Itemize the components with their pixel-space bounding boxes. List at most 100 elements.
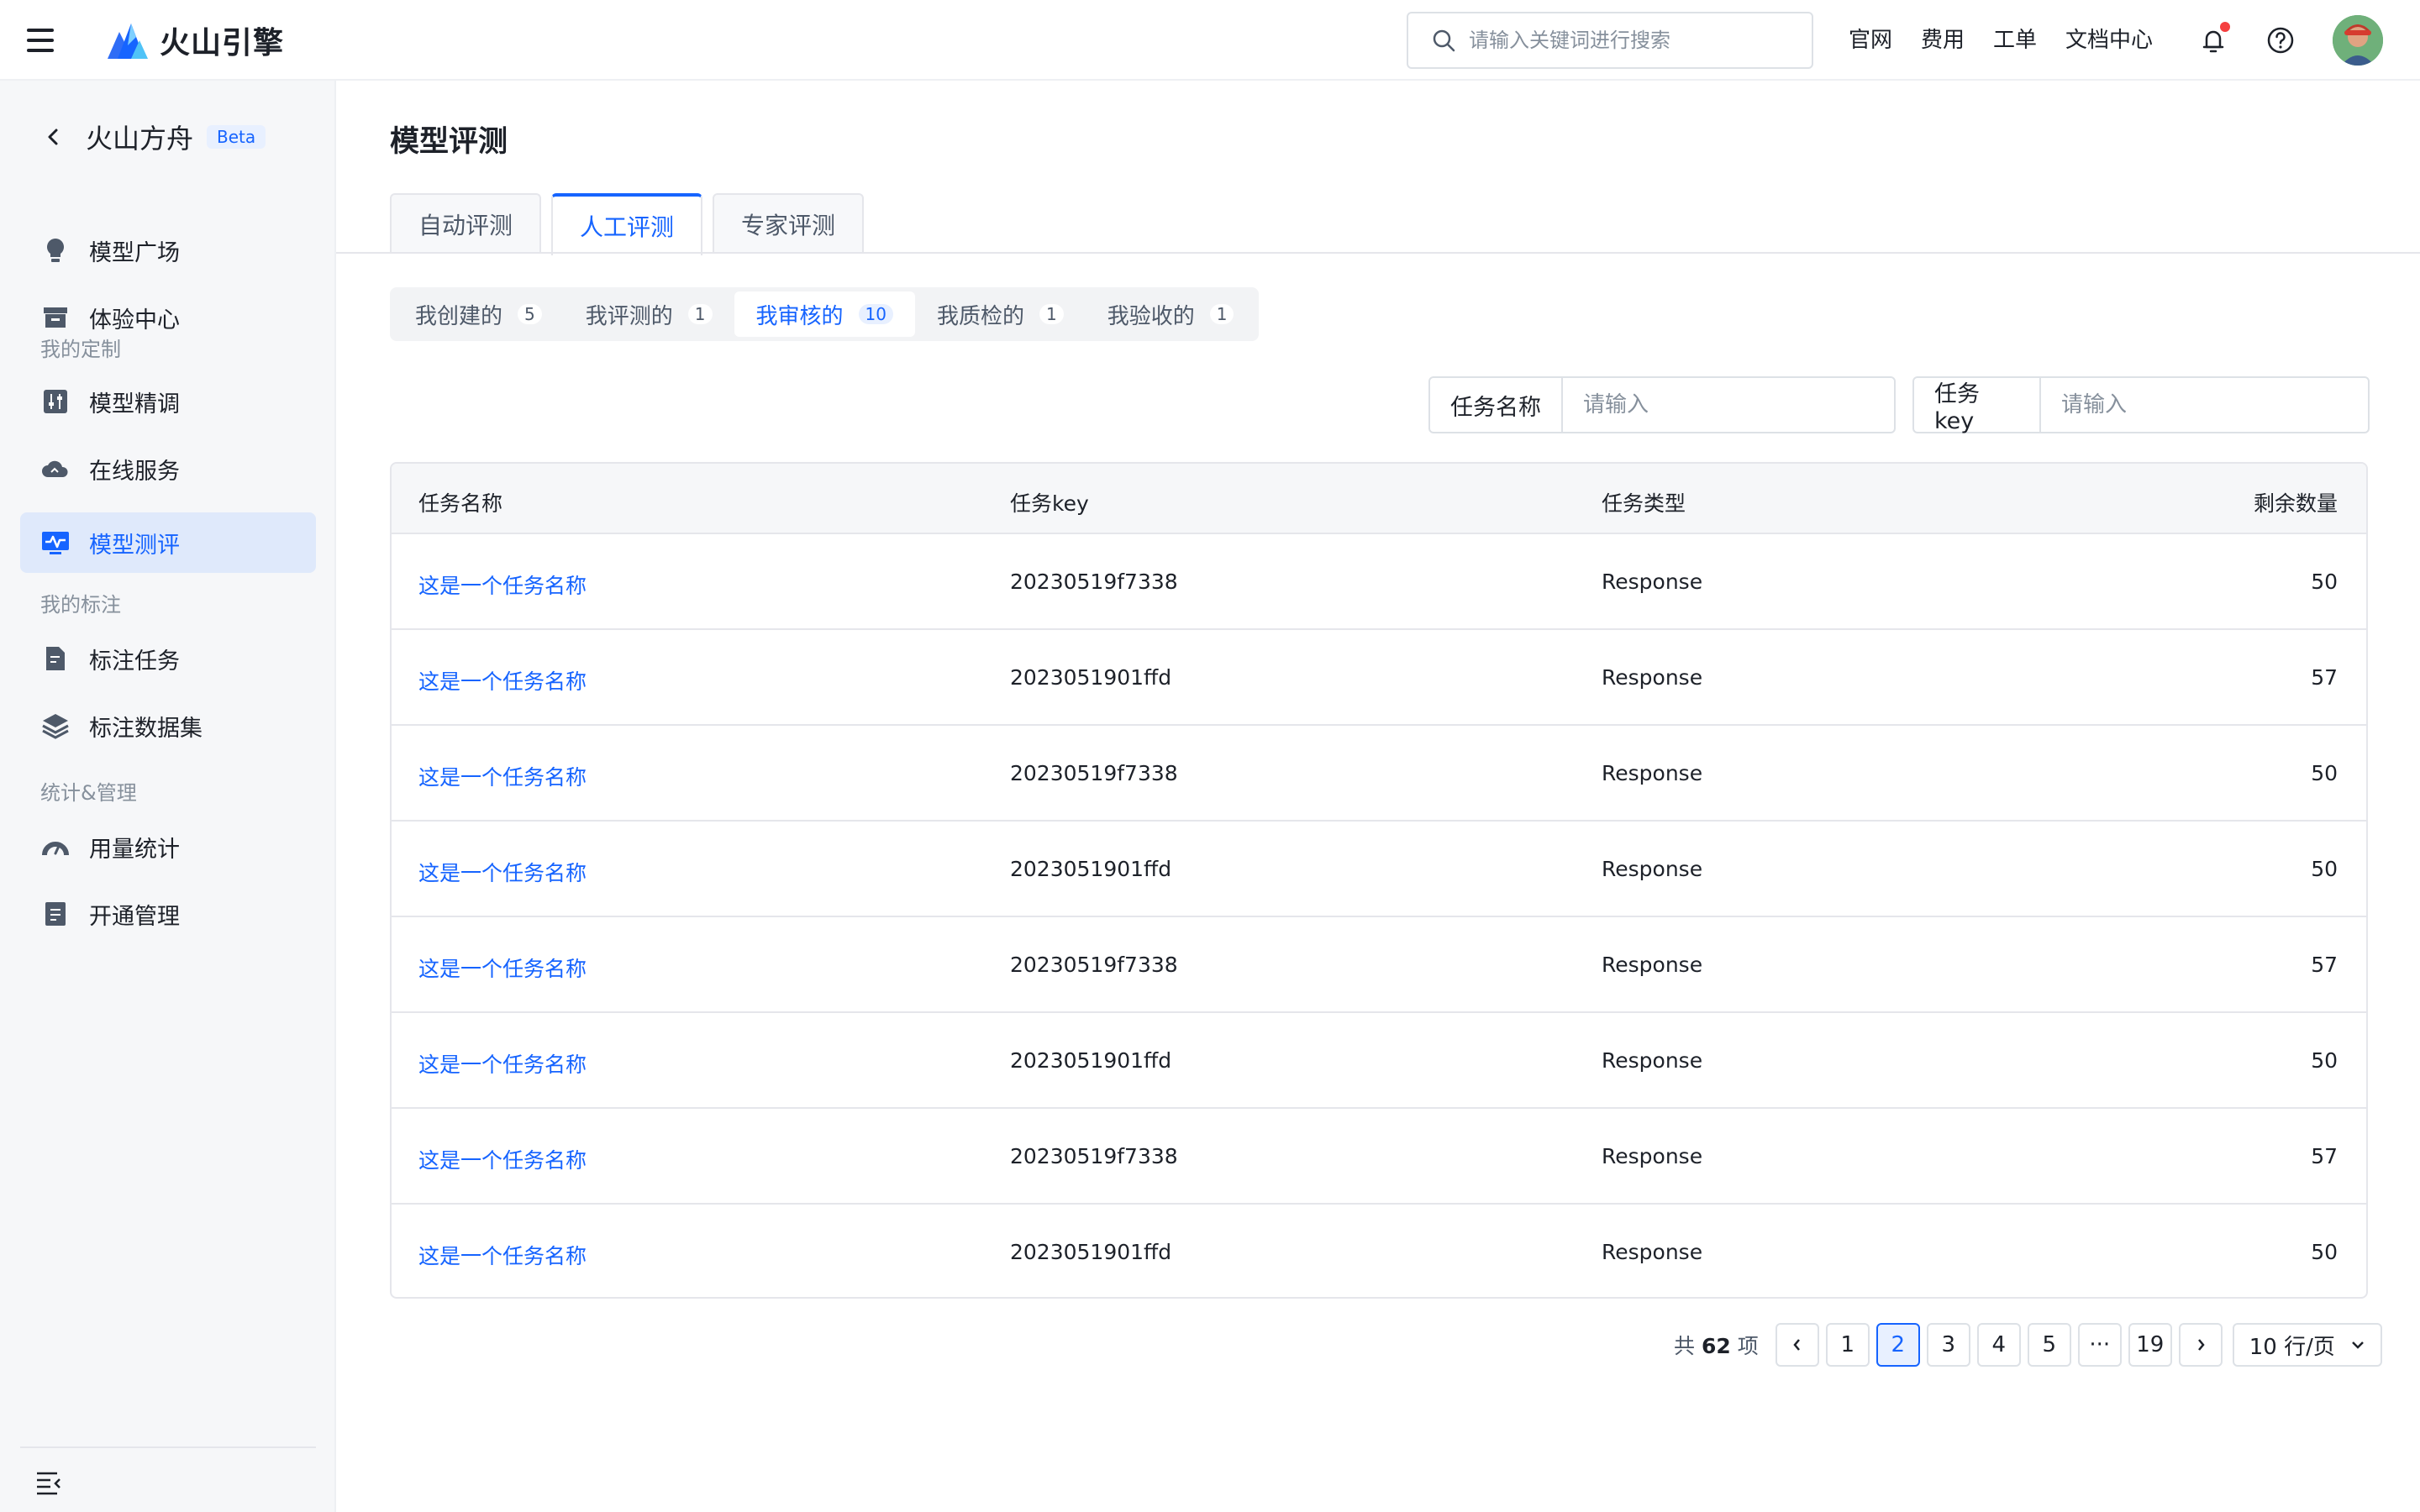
sidebar-item-label: 模型精调 [89,391,180,417]
brand-logo[interactable]: 火山引擎 [106,17,284,64]
page-button-4[interactable]: 4 [1976,1323,2021,1367]
sidebar-item-label: 开通管理 [89,903,180,930]
global-search[interactable] [1407,12,1813,69]
table-row: 这是一个任务名称 20230519f7338 Response 57 [392,1109,2366,1205]
gauge-icon [40,832,71,862]
cell-task-type: Response [1602,953,1703,977]
table-row: 这是一个任务名称 20230519f7338 Response 57 [392,917,2366,1013]
segment-label: 我验收的 [1107,303,1195,329]
hamburger-menu-icon[interactable] [25,25,55,55]
sidebar-item-label: 在线服务 [89,458,180,485]
search-input[interactable] [1469,29,1788,52]
column-header-task-type[interactable]: 任务类型 [1602,487,1686,517]
segment-count-badge: 1 [1209,304,1234,324]
sidebar-item-label: 体验中心 [89,307,180,333]
sidebar-item-fine-tune[interactable]: 模型精调 [20,371,316,432]
sidebar-back-title[interactable]: 火山方舟 Beta [44,118,266,156]
segment-accepted-by-me[interactable]: 我验收的 1 [1086,291,1256,337]
cell-remaining: 50 [2311,1048,2338,1073]
monitor-pulse-icon [40,528,71,558]
cell-task-name-link[interactable]: 这是一个任务名称 [418,1048,587,1079]
column-header-task-name[interactable]: 任务名称 [418,487,502,517]
document-edit-icon [40,643,71,674]
segment-qa-by-me[interactable]: 我质检的 1 [915,291,1086,337]
task-key-input[interactable] [2040,392,2368,417]
page-ellipsis-button[interactable]: ··· [2077,1323,2122,1367]
sidebar-item-activation-management[interactable]: 开通管理 [20,884,316,944]
table-body: 这是一个任务名称 20230519f7338 Response 50 这是一个任务名称 2… [392,534,2366,1297]
table-row: 这是一个任务名称 2023051901ffd Response 50 [392,1013,2366,1109]
tab-expert-evaluation[interactable]: 专家评测 [713,193,865,254]
cell-task-type: Response [1602,761,1703,785]
page-size-select[interactable]: 10 行/页 [2232,1323,2382,1367]
cell-remaining: 50 [2311,1240,2338,1264]
chevron-left-icon [1793,1339,1800,1351]
cell-task-type: Response [1602,857,1703,881]
table-row: 这是一个任务名称 2023051901ffd Response 50 [392,822,2366,917]
archive-box-icon [40,302,71,333]
cell-task-name-link[interactable]: 这是一个任务名称 [418,1144,587,1174]
evaluation-tabs: 自动评测 人工评测 专家评测 [390,193,865,255]
page-button-2[interactable]: 2 [1876,1323,1920,1367]
sidebar-item-online-service[interactable]: 在线服务 [20,438,316,499]
cell-task-type: Response [1602,570,1703,594]
notification-dot [2220,22,2230,32]
table-row: 这是一个任务名称 20230519f7338 Response 50 [392,534,2366,630]
sidebar: 火山方舟 Beta 模型广场 体验中心 我的定制 模型精调 在线服务 模型测评 … [0,81,336,1512]
notification-bell-icon[interactable] [2196,22,2230,57]
cell-task-name-link[interactable]: 这是一个任务名称 [418,665,587,696]
link-docs[interactable]: 文档中心 [2065,24,2153,57]
cell-task-key: 20230519f7338 [1010,1144,1178,1168]
column-header-remaining[interactable]: 剩余数量 [2254,487,2338,517]
page-button-3[interactable]: 3 [1926,1323,1970,1367]
tab-auto-evaluation[interactable]: 自动评测 [390,193,542,254]
next-page-button[interactable] [2178,1323,2223,1367]
cell-task-type: Response [1602,1048,1703,1073]
page-button-19[interactable]: 19 [2128,1323,2172,1367]
cell-task-name-link[interactable]: 这是一个任务名称 [418,761,587,791]
cell-task-name-link[interactable]: 这是一个任务名称 [418,570,587,600]
sidebar-item-label: 标注任务 [89,648,180,675]
chevron-left-icon [48,129,58,145]
cell-task-type: Response [1602,1144,1703,1168]
link-ticket[interactable]: 工单 [1993,24,2037,57]
segment-reviewed-by-me[interactable]: 我审核的 10 [734,291,915,337]
link-billing[interactable]: 费用 [1921,24,1965,57]
column-header-task-key[interactable]: 任务key [1010,487,1089,517]
cell-task-type: Response [1602,665,1703,690]
sidebar-item-annotation-task[interactable]: 标注任务 [20,628,316,689]
clipboard-icon [40,899,71,929]
cell-task-name-link[interactable]: 这是一个任务名称 [418,1240,587,1270]
segment-count-badge: 1 [687,304,713,324]
sidebar-item-label: 标注数据集 [89,715,203,742]
tune-icon [40,386,71,417]
cell-task-name-link[interactable]: 这是一个任务名称 [418,857,587,887]
chevron-down-icon [2351,1341,2364,1349]
prev-page-button[interactable] [1775,1323,1819,1367]
page-button-5[interactable]: 5 [2027,1323,2071,1367]
segment-label: 我创建的 [415,303,503,329]
segment-created-by-me[interactable]: 我创建的 5 [393,291,564,337]
help-icon[interactable] [2264,24,2297,57]
avatar-icon [2333,15,2383,66]
sidebar-item-annotation-dataset[interactable]: 标注数据集 [20,696,316,756]
search-icon [1433,29,1455,52]
page-button-1[interactable]: 1 [1825,1323,1870,1367]
cell-task-name-link[interactable]: 这是一个任务名称 [418,953,587,983]
task-name-input[interactable] [1563,392,1891,417]
sidebar-item-usage-statistics[interactable]: 用量统计 [20,816,316,877]
sidebar-item-model-evaluation[interactable]: 模型测评 [20,512,316,573]
link-official-site[interactable]: 官网 [1849,24,1892,57]
cell-task-key: 20230519f7338 [1010,953,1178,977]
user-avatar[interactable] [2333,15,2383,66]
segment-count-badge: 1 [1039,304,1064,324]
cell-task-type: Response [1602,1240,1703,1264]
chevron-right-icon [2197,1339,2205,1351]
question-circle-icon [2267,27,2294,54]
sidebar-item-model-square[interactable]: 模型广场 [20,220,316,281]
cell-remaining: 50 [2311,570,2338,594]
sidebar-collapse-icon[interactable] [34,1467,64,1497]
cell-task-key: 2023051901ffd [1010,857,1172,881]
segment-evaluated-by-me[interactable]: 我评测的 1 [564,291,734,337]
tab-manual-evaluation[interactable]: 人工评测 [551,193,703,255]
